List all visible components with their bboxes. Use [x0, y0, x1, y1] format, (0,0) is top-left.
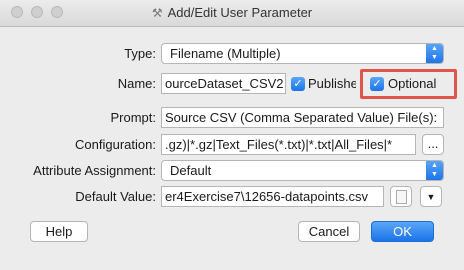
window-title: ⚒ Add/Edit User Parameter [0, 5, 464, 20]
default-value-input[interactable]: er4Exercise7\12656-datapoints.csv [161, 186, 384, 207]
select-stepper-icon: ▲ ▼ [426, 161, 443, 180]
cancel-button[interactable]: Cancel [298, 221, 360, 242]
select-stepper-icon: ▲ ▼ [426, 44, 443, 63]
wrench-icon: ⚒ [151, 6, 163, 20]
prompt-input[interactable]: Source CSV (Comma Separated Value) File(… [161, 107, 444, 128]
default-value-menu-button[interactable]: ▼ [420, 186, 442, 207]
name-input-value: ourceDataset_CSV2 [165, 76, 284, 91]
published-checkbox[interactable]: ✓ [291, 77, 305, 91]
name-label: Name: [117, 76, 156, 91]
prompt-label: Prompt: [110, 110, 156, 125]
type-label: Type: [124, 46, 156, 61]
type-select-value: Filename (Multiple) [170, 46, 281, 61]
ok-button[interactable]: OK [371, 221, 434, 242]
triangle-down-icon: ▼ [426, 192, 436, 202]
name-input[interactable]: ourceDataset_CSV2 [161, 73, 286, 94]
type-select[interactable]: Filename (Multiple) ▲ ▼ [161, 43, 444, 64]
configuration-label: Configuration: [75, 137, 156, 152]
attribute-assignment-value: Default [170, 163, 212, 178]
file-icon [395, 190, 407, 204]
title-bar: ⚒ Add/Edit User Parameter [0, 0, 464, 27]
file-button[interactable] [390, 186, 412, 207]
published-label: Published [308, 76, 356, 91]
default-value-input-value: er4Exercise7\12656-datapoints.csv [165, 189, 369, 204]
help-button[interactable]: Help [30, 221, 88, 242]
configuration-input[interactable]: .gz)|*.gz|Text_Files(*.txt)|*.txt|All_Fi… [161, 134, 416, 155]
configuration-browse-button[interactable]: ... [422, 134, 444, 155]
window-title-text: Add/Edit User Parameter [167, 5, 313, 20]
default-value-label: Default Value: [75, 189, 156, 204]
ellipsis-icon: ... [427, 136, 439, 151]
prompt-input-value: Source CSV (Comma Separated Value) File(… [165, 110, 438, 125]
attribute-assignment-label: Attribute Assignment: [33, 163, 156, 178]
attribute-assignment-select[interactable]: Default ▲ ▼ [161, 160, 444, 181]
configuration-input-value: .gz)|*.gz|Text_Files(*.txt)|*.txt|All_Fi… [165, 137, 393, 152]
highlight-box [360, 69, 457, 99]
